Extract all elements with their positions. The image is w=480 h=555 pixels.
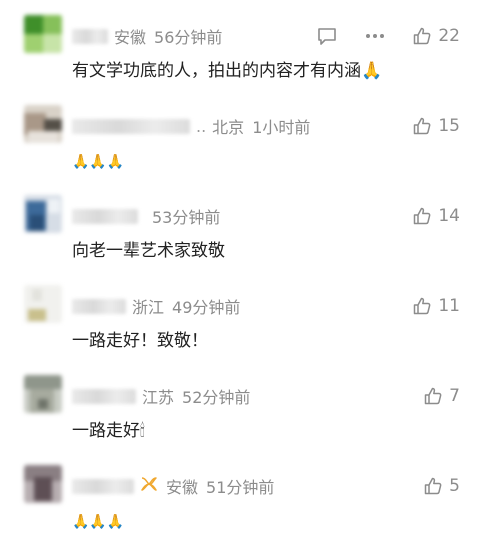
comment-meta: 浙江 49分钟前	[72, 295, 240, 317]
thumbs-up-icon	[414, 207, 431, 225]
comment-location: 江苏	[142, 388, 175, 407]
comment-location: 北京	[212, 118, 245, 137]
thumbs-up-icon	[424, 387, 442, 405]
comment-time: 49分钟前	[172, 298, 241, 317]
comment-text: 有文学功底的人，拍出的内容才有内涵🙏	[72, 61, 383, 81]
comment-text: 🙏🙏🙏	[72, 514, 125, 530]
comment-location: 浙江	[132, 298, 165, 317]
thumbs-up-icon	[424, 477, 442, 495]
username-blurred[interactable]	[72, 208, 138, 224]
like-count: 22	[438, 26, 460, 46]
comment-meta: 53分钟前	[72, 205, 220, 227]
like-count: 14	[438, 206, 460, 226]
like-button[interactable]: 7	[424, 386, 460, 406]
username-blurred[interactable]	[72, 118, 190, 134]
username-blurred[interactable]	[72, 28, 108, 44]
like-button[interactable]: 11	[413, 296, 460, 316]
comment-time: 53分钟前	[152, 208, 221, 227]
comment-item: 安徽 56分钟前 22 有文学功底的人，拍出的内容才有内涵🙏	[0, 15, 480, 105]
comment-item: .. 北京 1小时前 15 🙏🙏🙏	[0, 105, 480, 195]
avatar[interactable]	[24, 465, 62, 503]
comment-actions: 22	[317, 25, 460, 47]
comment-actions: 15	[413, 115, 460, 137]
like-count: 5	[449, 476, 460, 496]
comment-feed: 安徽 56分钟前 22 有文学功底的人，拍出的内容才有内涵🙏 .. 北京 1小时…	[0, 0, 480, 545]
username-blurred[interactable]	[72, 478, 134, 494]
comment-time: 56分钟前	[154, 28, 223, 47]
username-blurred[interactable]	[72, 298, 126, 314]
comment-actions: 14	[413, 205, 460, 227]
like-count: 11	[438, 296, 460, 316]
like-count: 15	[438, 116, 460, 136]
username-truncation: ..	[196, 116, 207, 136]
thumbs-up-icon	[414, 27, 431, 45]
comment-meta: 安徽 56分钟前	[72, 25, 222, 47]
comment-item: 浙江 49分钟前 11 一路走好！致敬！	[0, 285, 480, 375]
comment-meta: .. 北京 1小时前	[72, 115, 310, 137]
avatar[interactable]	[24, 375, 62, 413]
comment-location: 安徽	[166, 478, 199, 497]
like-button[interactable]: 22	[413, 26, 460, 46]
comment-item: 安徽 51分钟前 5 🙏🙏🙏	[0, 465, 480, 555]
comment-time: 52分钟前	[182, 388, 251, 407]
like-button[interactable]: 14	[413, 206, 460, 226]
comment-meta: 江苏 52分钟前	[72, 385, 250, 407]
comment-actions: 11	[413, 295, 460, 317]
comment-text: 一路走好！致敬！	[72, 331, 208, 351]
comment-item: 江苏 52分钟前 7 一路走好🕯	[0, 375, 480, 465]
more-options-icon[interactable]	[365, 33, 385, 39]
avatar[interactable]	[24, 105, 62, 143]
comment-time: 1小时前	[252, 118, 311, 137]
comment-reply-icon[interactable]	[317, 27, 337, 46]
avatar[interactable]	[24, 15, 62, 53]
comment-actions: 5	[424, 475, 460, 497]
username-blurred[interactable]	[72, 388, 136, 404]
comment-location: 安徽	[114, 28, 147, 47]
comment-meta: 安徽 51分钟前	[72, 475, 274, 497]
comment-item: 53分钟前 14 向老一辈艺术家致敬	[0, 195, 480, 285]
like-button[interactable]: 15	[413, 116, 460, 136]
avatar[interactable]	[24, 285, 62, 323]
like-button[interactable]: 5	[424, 476, 460, 496]
thumbs-up-icon	[414, 117, 431, 135]
thumbs-up-icon	[414, 297, 431, 315]
avatar[interactable]	[24, 195, 62, 233]
comment-time: 51分钟前	[206, 478, 275, 497]
comment-actions: 7	[424, 385, 460, 407]
comment-text: 一路走好🕯	[72, 421, 145, 441]
comment-text: 向老一辈艺术家致敬	[72, 241, 225, 261]
like-count: 7	[449, 386, 460, 406]
comment-text: 🙏🙏🙏	[72, 154, 125, 170]
ribbon-badge-icon	[140, 476, 158, 496]
